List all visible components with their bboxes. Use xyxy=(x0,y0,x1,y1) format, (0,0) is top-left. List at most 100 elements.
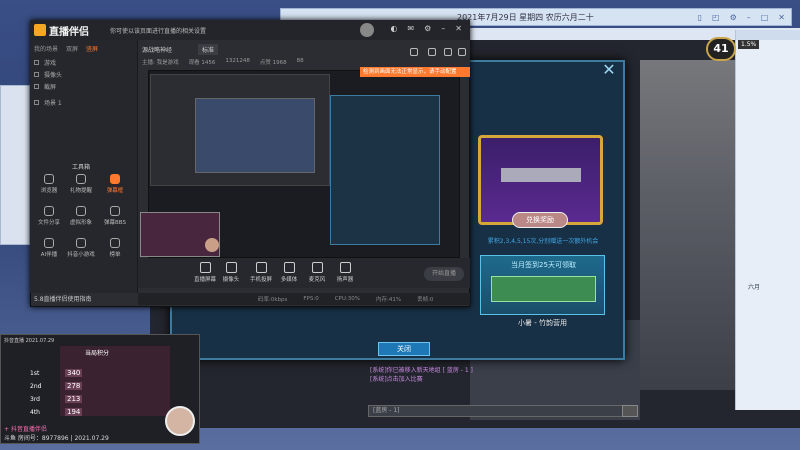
message-icon[interactable]: ✉ xyxy=(407,24,414,33)
phone-cast-button[interactable]: 手机投屏 xyxy=(246,262,276,283)
score-board-title: 当局积分 xyxy=(85,350,110,357)
save-icon[interactable] xyxy=(428,48,436,56)
camera-icon xyxy=(225,262,237,273)
monthly-reward-card[interactable]: 当月签到25天可领取 xyxy=(480,255,605,315)
status-bar: 码率:0kbps FPS:0 CPU:30% 内存:41% 丢帧:0 xyxy=(138,293,470,305)
level-badge: 41 xyxy=(706,37,736,61)
share-icon[interactable] xyxy=(458,48,466,56)
overlay-tag: + 抖音直播伴侣 xyxy=(4,426,47,433)
preview-game-capture xyxy=(330,95,440,245)
start-live-button[interactable]: 开始直播 xyxy=(424,267,464,281)
scene-item[interactable]: 场景 1 xyxy=(34,98,62,107)
tab-dual-screen[interactable]: 双屏 xyxy=(66,44,78,53)
rank-label: 1st xyxy=(30,370,40,377)
tool-bbs[interactable]: 弹幕BBS xyxy=(100,206,130,234)
app-brand: 直播伴侣 xyxy=(49,26,89,38)
scene-item[interactable]: 摄像头 xyxy=(34,70,62,79)
close-icon[interactable]: ✕ xyxy=(778,13,785,22)
preview-toolbar: 直播屏幕 摄像头 手机投屏 多媒体 麦克风 扬声器 xyxy=(138,258,470,288)
browser-icon xyxy=(44,174,54,184)
rank-score: 213 xyxy=(65,395,83,403)
media-button[interactable]: 多媒体 xyxy=(274,262,304,283)
rank-label: 3rd xyxy=(30,396,40,403)
app-title-bar: 直播伴侣 你可使以该页面进行直播的相关设置 ◐ ✉ ⚙ – ✕ xyxy=(30,20,470,40)
chat-send-button[interactable] xyxy=(622,405,638,417)
background-window xyxy=(0,85,30,245)
lock-icon[interactable] xyxy=(34,100,39,105)
tool-file-share[interactable]: 文件分享 xyxy=(34,206,64,234)
game-scene xyxy=(640,60,735,390)
reward-description: 累积2,3,4,5,15次,分别赠送一次额外机会 xyxy=(487,238,599,245)
room-id: 斗鱼 房间号：8977896 | 2021.07.29 xyxy=(4,435,109,442)
tool-danmaku[interactable]: 弹幕框 xyxy=(100,174,130,202)
tool-browser[interactable]: 浏览器 xyxy=(34,174,64,202)
streamer-avatar xyxy=(165,406,195,436)
right-panel-header xyxy=(736,30,800,40)
visibility-icon[interactable] xyxy=(34,72,39,77)
settings-icon[interactable]: ⚙ xyxy=(730,13,737,22)
app-notice: 你可使以该页面进行直播的相关设置 xyxy=(110,28,207,35)
quality-chip[interactable]: 标准 xyxy=(198,44,219,55)
exchange-reward-button[interactable]: 兑换奖励 xyxy=(512,212,568,228)
dialog-close-icon[interactable]: ✕ xyxy=(600,62,618,78)
skin-icon[interactable]: ◐ xyxy=(390,24,397,33)
rank-score: 340 xyxy=(65,369,83,377)
right-side-panel: 六月 xyxy=(735,30,800,410)
tool-ai[interactable]: AI伴播 xyxy=(34,238,64,266)
visibility-icon[interactable] xyxy=(34,60,39,65)
right-panel-label: 六月 xyxy=(748,284,761,291)
settings-icon[interactable] xyxy=(444,48,452,56)
microphone-button[interactable]: 麦克风 xyxy=(302,262,332,283)
level-progress: 1.5% xyxy=(738,40,760,49)
tab-scenes[interactable]: 我的场景 xyxy=(34,44,58,53)
bbs-icon xyxy=(110,206,120,216)
toolbox-label: 工具箱 xyxy=(72,164,91,171)
media-icon xyxy=(283,262,295,273)
warning-banner[interactable]: 检测到画面无法正常显示，请手动配置 xyxy=(360,67,470,77)
chat-message: [系统]你已被移入新天地组 [ 蓝房 - 1 ] xyxy=(370,367,473,374)
screen-icon xyxy=(199,262,211,273)
sidebar-tabs: 我的场景 双屏 竖屏 xyxy=(34,44,98,53)
chat-icon[interactable]: ◰ xyxy=(712,13,720,22)
rank-label: 2nd xyxy=(30,383,42,390)
rank-score: 278 xyxy=(65,382,83,390)
settings-icon[interactable]: ⚙ xyxy=(424,24,431,33)
ai-icon xyxy=(44,238,54,248)
score-board: 当局积分 xyxy=(60,346,170,416)
minimize-icon[interactable]: – xyxy=(747,13,751,22)
tab-vertical[interactable]: 竖屏 xyxy=(86,44,98,53)
preview-header: 源战略神经 标准 主播: 我是游戏 观看 1456 1321248 点赞 196… xyxy=(138,40,470,70)
visibility-icon[interactable] xyxy=(34,84,39,89)
preview-nested-window xyxy=(195,98,315,173)
avatar[interactable] xyxy=(360,23,374,37)
avatar-tool-icon xyxy=(76,206,86,216)
monthly-reward-title: 当月签到25天可领取 xyxy=(511,261,576,269)
tool-avatar[interactable]: 虚拟形象 xyxy=(66,206,96,234)
rank-label: 4th xyxy=(30,409,40,416)
sidebar-footer-link[interactable]: 5.8直播伴侣使用指南 xyxy=(34,294,92,303)
tool-gift-alert[interactable]: 礼物提醒 xyxy=(66,174,96,202)
speaker-button[interactable]: 扬声器 xyxy=(330,262,360,283)
scene-item[interactable]: 游戏 xyxy=(34,58,56,67)
camera-button[interactable]: 摄像头 xyxy=(216,262,246,283)
danmaku-icon xyxy=(110,174,120,184)
stream-title[interactable]: 源战略神经 xyxy=(142,45,172,54)
maximize-icon[interactable]: □ xyxy=(761,13,769,22)
monthly-reward-image xyxy=(491,276,596,302)
minimize-icon[interactable]: – xyxy=(441,24,445,33)
chat-input[interactable]: [蓝房 - 1] xyxy=(368,405,628,417)
stream-stats: 主播: 我是游戏 观看 1456 1321248 点赞 1968 88 xyxy=(142,58,304,66)
tool-mini-game[interactable]: 抖音小游戏 xyxy=(66,238,96,266)
scene-item[interactable]: 截屏 xyxy=(34,82,56,91)
phone-icon[interactable]: ▯ xyxy=(698,13,702,22)
app-logo: 直播伴侣 xyxy=(34,23,89,38)
microphone-icon xyxy=(311,262,323,273)
chat-message: [系统]点击加入比赛 xyxy=(370,376,423,383)
tool-ranking[interactable]: 榜单 xyxy=(100,238,130,266)
lock-icon[interactable] xyxy=(410,48,418,56)
close-icon[interactable]: ✕ xyxy=(455,24,462,33)
phone-icon xyxy=(255,262,267,273)
dialog-close-button[interactable]: 关闭 xyxy=(378,342,430,356)
game-icon xyxy=(76,238,86,248)
ranking-icon xyxy=(110,238,120,248)
